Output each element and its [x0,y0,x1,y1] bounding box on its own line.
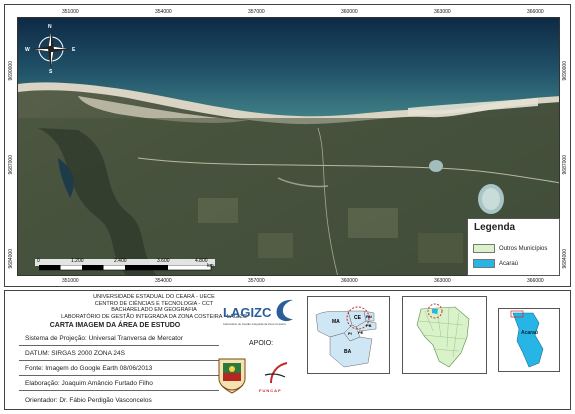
legend-title: Legenda [474,222,516,233]
state-label: CE [354,315,361,321]
scale-unit: km [207,263,214,269]
acarau-municipality-map [499,309,559,371]
source-info: Fonte: Imagem do Google Earth 08/06/2013 [25,365,153,372]
bottom-tick: 363000 [434,278,451,284]
legend-label: Outros Municípios [499,245,548,252]
compass-east-label: E [72,47,76,53]
divider [19,345,219,346]
top-tick: 354000 [155,9,172,15]
scale-label: 0 [37,258,40,264]
legend-item: Acaraú [473,259,518,268]
bottom-tick: 360000 [341,278,358,284]
state-label: BA [344,349,352,355]
advisor-info: Orientador: Dr. Fábio Perdigão Vasconcel… [25,397,152,404]
funcap-label: FUNCAP [259,388,282,393]
datum-info: DATUM: SIRGAS 2000 ZONA 24S [25,350,125,357]
map-title: CARTA IMAGEM DA ÁREA DE ESTUDO [49,322,181,329]
top-tick: 351000 [62,9,79,15]
left-tick: 9684000 [8,249,14,269]
funcap-icon [264,362,288,384]
compass-south-label: S [49,69,53,75]
legend-swatch [473,244,495,253]
scale-label: 1.200 [71,258,84,264]
inset-northeast-brazil: MA CE RN PI PB PE BA [307,296,390,374]
top-tick: 366000 [527,9,544,15]
legend-label: Acaraú [499,260,519,267]
scale-label: 3.600 [157,258,170,264]
ceara-municipalities-map [403,297,486,373]
left-tick: 9690000 [8,61,14,81]
top-tick: 363000 [434,9,451,15]
divider [19,390,219,391]
info-panel: UNIVERSIDADE ESTADUAL DO CEARÁ - UECE CE… [4,290,571,410]
projection-info: Sistema de Projeção: Universal Tranversa… [25,335,183,342]
lagizc-logo: LAGIZC Laboratório de Gestão Integrada d… [223,297,298,329]
apoio-label: APOIO: [249,340,274,347]
scale-label: 2.400 [114,258,127,264]
state-label: PB [366,323,372,328]
state-label: PI [348,331,352,336]
scale-bar-graphic [39,265,212,271]
acarau-label: Acaraú [521,330,538,336]
inset-acarau: Acaraú [498,308,560,372]
legend-swatch [473,259,495,268]
bottom-tick: 357000 [248,278,265,284]
right-tick: 9687000 [562,155,568,175]
bottom-tick: 366000 [527,278,544,284]
wave-icon [276,299,293,322]
compass-north-label: N [48,24,52,30]
divider [19,360,219,361]
bottom-tick: 351000 [62,278,79,284]
legend-item: Outros Municípios [473,244,547,253]
right-tick: 9690000 [562,61,568,81]
legend: Legenda Outros Municípios Acaraú [467,218,560,276]
state-label: PE [358,330,364,335]
inset-ceara-municipalities [402,296,487,374]
scale-bar: 0 1.200 2.400 3.600 4.800 km [35,258,215,271]
uece-seal-icon [218,358,246,394]
right-tick: 9684000 [562,249,568,269]
compass-rose-icon [32,30,70,68]
divider [19,375,219,376]
bottom-tick: 354000 [155,278,172,284]
left-tick: 9687000 [8,155,14,175]
compass-west-label: W [25,47,30,53]
state-label: MA [332,319,340,325]
state-label: RN [366,314,372,319]
lagizc-logo-text: LAGIZC [223,305,272,320]
top-tick: 357000 [248,9,265,15]
map-frame: 351000 354000 357000 360000 363000 36600… [4,4,571,287]
lagizc-subtitle: Laboratório de Gestão Integrada da Zona … [223,322,286,326]
top-tick: 360000 [341,9,358,15]
scale-label: 4.800 [195,258,208,264]
author-info: Elaboração: Joaquim Amâncio Furtado Filh… [25,380,153,387]
